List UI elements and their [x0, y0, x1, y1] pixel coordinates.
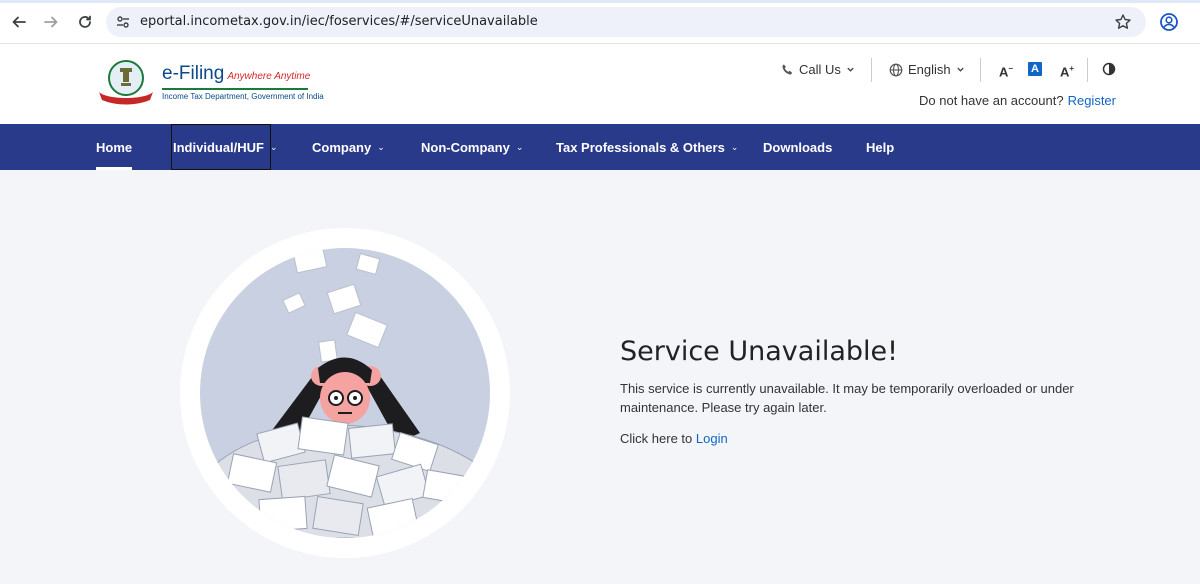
- font-increase-label: A: [1059, 64, 1070, 80]
- font-increase-button[interactable]: A+: [1057, 60, 1077, 80]
- login-prompt: Click here to Login: [620, 431, 1100, 446]
- chevron-down-icon: [847, 67, 854, 72]
- error-title: Service Unavailable!: [620, 336, 898, 367]
- font-normal-label: A: [1031, 63, 1039, 75]
- globe-icon: [889, 63, 903, 76]
- chevron-down-icon: [956, 67, 964, 72]
- logo-title-text: e-Filing: [162, 63, 225, 84]
- call-us-dropdown[interactable]: Call Us: [781, 62, 855, 77]
- address-bar[interactable]: eportal.incometax.gov.in/iec/foservices/…: [106, 7, 1146, 37]
- nav-downloads[interactable]: Downloads: [763, 124, 832, 170]
- arrow-left-icon: [12, 16, 26, 28]
- phone-icon: [782, 64, 793, 75]
- url-text[interactable]: eportal.incometax.gov.in/iec/foservices/…: [140, 14, 538, 29]
- logo-subtitle: Income Tax Department, Government of Ind…: [162, 92, 324, 101]
- nav-individual-huf[interactable]: Individual/HUF ⌄: [171, 124, 278, 170]
- chevron-down-icon: ⌄: [377, 141, 385, 152]
- chevron-down-icon: ⌄: [730, 141, 739, 152]
- reload-icon: [79, 15, 91, 28]
- emblem-icon: [99, 60, 153, 105]
- main-content: ?: [0, 170, 1200, 584]
- nav-tax-professionals-label: Tax Professionals & Others: [556, 139, 725, 155]
- nav-individual-huf-label: Individual/HUF: [173, 139, 264, 155]
- bookmark-star-icon[interactable]: [1114, 13, 1132, 36]
- login-prompt-text: Click here to: [620, 431, 693, 446]
- divider: [871, 58, 872, 82]
- browser-toolbar: eportal.incometax.gov.in/iec/foservices/…: [0, 0, 1200, 44]
- font-decrease-label: A: [998, 64, 1009, 80]
- nav-home-label: Home: [96, 139, 133, 155]
- site-header: e-Filing Anywhere Anytime Income Tax Depa…: [0, 44, 1200, 124]
- illustration-circle: ?: [200, 248, 490, 538]
- chevron-down-icon: ⌄: [270, 141, 278, 152]
- nav-downloads-label: Downloads: [763, 139, 833, 155]
- arrow-right-icon: [44, 16, 58, 28]
- language-label: English: [908, 62, 951, 77]
- back-button[interactable]: [8, 11, 30, 33]
- divider: [980, 58, 981, 82]
- site-settings-icon[interactable]: [116, 15, 130, 34]
- logo-divider: [162, 88, 308, 90]
- stressed-person-illustration: ?: [180, 228, 510, 558]
- nav-help-label: Help: [866, 139, 895, 155]
- call-us-label: Call Us: [799, 62, 841, 77]
- register-link[interactable]: Register: [1068, 93, 1116, 108]
- paper-pile-illustration: ?: [200, 248, 490, 538]
- nav-company-label: Company: [312, 139, 372, 155]
- chevron-down-icon: ⌄: [515, 141, 524, 152]
- font-normal-button[interactable]: A: [1028, 62, 1042, 76]
- divider: [1087, 58, 1088, 82]
- forward-button[interactable]: [40, 11, 62, 33]
- nav-company[interactable]: Company ⌄: [312, 124, 385, 170]
- nav-non-company-label: Non-Company: [421, 139, 510, 155]
- nav-help[interactable]: Help: [866, 124, 894, 170]
- login-link[interactable]: Login: [696, 431, 728, 446]
- efiling-logo[interactable]: e-Filing Anywhere Anytime Income Tax Depa…: [96, 58, 324, 108]
- nav-tax-professionals[interactable]: Tax Professionals & Others ⌄: [556, 124, 738, 170]
- error-message-panel: Service Unavailable! This service is cur…: [620, 336, 1100, 446]
- reload-button[interactable]: [74, 11, 96, 33]
- contrast-toggle-icon[interactable]: [1102, 62, 1116, 81]
- profile-icon[interactable]: [1158, 11, 1180, 38]
- error-description: This service is currently unavailable. I…: [620, 381, 1074, 415]
- minus-icon: −: [1008, 64, 1014, 73]
- account-prompt-text: Do not have an account?: [919, 93, 1064, 108]
- main-nav: Home Individual/HUF ⌄ Company ⌄ Non-Compan…: [0, 124, 1200, 170]
- nav-non-company[interactable]: Non-Company ⌄: [421, 124, 523, 170]
- account-prompt: Do not have an account? Register: [919, 93, 1116, 108]
- plus-icon: +: [1069, 64, 1075, 73]
- logo-tagline: Anywhere Anytime: [227, 71, 311, 82]
- logo-title: e-Filing Anywhere Anytime: [162, 63, 310, 85]
- font-decrease-button[interactable]: A−: [996, 60, 1016, 80]
- language-dropdown[interactable]: English: [889, 62, 965, 77]
- nav-home[interactable]: Home: [96, 124, 133, 170]
